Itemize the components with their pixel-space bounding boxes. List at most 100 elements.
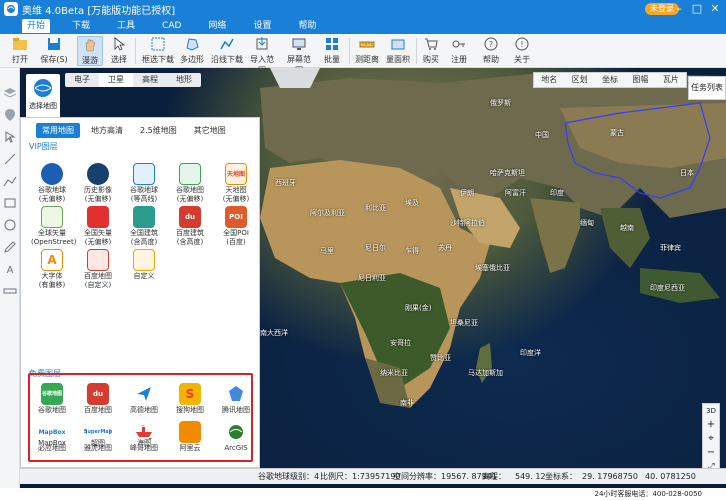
text-tool-icon[interactable]: A — [3, 262, 17, 276]
polygon-button[interactable]: 多边形 — [178, 36, 206, 66]
map-label: 安哥拉 — [390, 339, 411, 347]
menu-help[interactable]: 帮助 — [293, 19, 321, 33]
menu-settings[interactable]: 设置 — [248, 19, 276, 33]
map-label: 日本 — [680, 169, 694, 177]
help-button[interactable]: ? 帮助 — [480, 36, 502, 66]
status-scale: 比例尺：1:73957190 — [320, 472, 401, 481]
free-layer-mapbox[interactable]: MapBox MapBox — [31, 426, 73, 448]
view-3d-button[interactable]: 3D — [703, 404, 719, 418]
google-earth-icon — [41, 163, 63, 185]
tab-local-hd[interactable]: 地方高清 — [85, 123, 129, 138]
tab-other-maps[interactable]: 其它地图 — [188, 123, 232, 138]
toggle-coordinates[interactable]: 坐标 — [595, 73, 625, 87]
roam-button[interactable]: 漫游 — [77, 36, 103, 66]
map-label: 尼日利亚 — [358, 274, 386, 282]
vip-layer-national-buildings[interactable]: 全国建筑 (含高度) — [123, 206, 165, 247]
task-list-button[interactable]: 任务列表 — [688, 76, 726, 100]
free-layer-sogou[interactable]: S 搜狗地图 — [169, 383, 211, 415]
toggle-sheets[interactable]: 图幅 — [625, 73, 655, 87]
vip-layer-baidu-buildings[interactable]: du 百度建筑 (含高度) — [169, 206, 211, 247]
help-label: 帮助 — [483, 55, 499, 64]
measure-tool-icon[interactable] — [3, 284, 17, 298]
edit-tool-icon[interactable] — [3, 240, 17, 254]
screen-range-button[interactable]: 屏幕范围 — [284, 36, 314, 75]
vip-layer-google-earth[interactable]: 谷歌地球 (无偏移) — [31, 163, 73, 204]
pin-icon[interactable] — [3, 108, 17, 122]
import-range-button[interactable]: 导入范围 — [247, 36, 277, 75]
batch-button[interactable]: 批量 — [320, 36, 344, 66]
free-layer-aliyun[interactable]: 阿里云 — [169, 421, 211, 453]
map-type-elevation[interactable]: 高程 — [133, 73, 167, 87]
buildings-icon — [133, 206, 155, 228]
map-view[interactable]: 中国 俄罗斯 印度 沙特阿拉伯 埃及 利比亚 阿尔及利亚 马里 尼日尔 乍得 苏… — [20, 68, 726, 488]
vip-layer-baidu-custom[interactable]: 百度地图 (自定义) — [77, 249, 119, 290]
buy-button[interactable]: 购买 — [420, 36, 442, 66]
vip-layer-osm[interactable]: 全球矢量 (OpenStreet) — [31, 206, 77, 247]
tab-common-maps[interactable]: 常用地图 — [36, 123, 80, 138]
open-button[interactable]: 打开 — [6, 36, 34, 66]
map-type-electronic[interactable]: 电子 — [65, 73, 99, 87]
free-layer-arcgis[interactable]: ArcGIS — [215, 421, 257, 453]
about-button[interactable]: ! 关于 — [511, 36, 533, 66]
mapbox-icon: MapBox — [39, 426, 65, 438]
menu-cad[interactable]: CAD — [157, 19, 186, 33]
vip-layer-large-font[interactable]: A 大字体 (有偏移) — [31, 249, 73, 290]
vip-layer-google-maps[interactable]: 谷歌地图 (无偏移) — [169, 163, 211, 204]
box-download-button[interactable]: 框选下载 — [140, 36, 176, 66]
layer-sub: (自定义) — [84, 281, 112, 289]
free-layer-tencent[interactable]: 腾讯地图 — [215, 383, 257, 415]
select-label: 选择 — [111, 55, 127, 64]
map-type-terrain[interactable]: 地形 — [167, 73, 201, 87]
close-icon[interactable]: ✕ — [706, 0, 724, 18]
polyline-tool-icon[interactable] — [3, 174, 17, 188]
menu-download[interactable]: 下载 — [67, 19, 95, 33]
maximize-icon[interactable]: □ — [688, 0, 706, 18]
vip-layer-poi[interactable]: POI 全国POI (百度) — [215, 206, 257, 247]
select-map-button[interactable]: 选择地图 — [26, 74, 60, 118]
line-tool-icon[interactable] — [3, 152, 17, 166]
folder-icon — [13, 38, 27, 50]
free-layer-supermap[interactable]: SuperMap 超图 — [77, 426, 119, 448]
save-button[interactable]: 保存(S) — [40, 36, 68, 66]
baidu-custom-icon — [87, 249, 109, 271]
vip-layer-contour[interactable]: 谷歌地球 (等高线) — [123, 163, 165, 204]
toggle-tiles[interactable]: 瓦片 — [656, 73, 686, 87]
toggle-regions[interactable]: 区划 — [564, 73, 594, 87]
free-layer-baidu[interactable]: du 百度地图 — [77, 383, 119, 415]
minimize-icon[interactable]: – — [670, 0, 688, 18]
free-layer-amap[interactable]: 高德地图 — [123, 383, 165, 415]
measure-area-button[interactable]: 量面积 — [384, 36, 412, 66]
map-category-tabs: 常用地图 地方高清 2.5维地图 其它地图 — [36, 123, 237, 138]
free-layer-chart[interactable]: 海图 — [123, 426, 165, 448]
menu-network[interactable]: 网络 — [203, 19, 231, 33]
layer-sub: (OpenStreet) — [31, 238, 77, 246]
large-font-icon: A — [41, 249, 63, 271]
locate-icon[interactable]: ⌖ — [703, 432, 719, 446]
vip-layer-custom[interactable]: 自定义 — [123, 249, 165, 281]
vip-layer-tianditu[interactable]: 天地图 天地图 (无偏移) — [215, 163, 257, 204]
zoom-in-icon[interactable]: + — [703, 418, 719, 432]
map-label: 印度洋 — [520, 349, 541, 357]
map-type-satellite[interactable]: 卫星 — [99, 73, 133, 87]
register-button[interactable]: 注册 — [448, 36, 470, 66]
line-download-button[interactable]: 沿线下载 — [209, 36, 245, 66]
vip-layer-history[interactable]: 历史影像 (无偏移) — [77, 163, 119, 204]
map-label: 西班牙 — [275, 179, 296, 187]
measure-area-label: 量面积 — [386, 55, 410, 64]
layers-icon[interactable] — [3, 86, 17, 100]
circle-tool-icon[interactable] — [3, 218, 17, 232]
shape-tool-icon[interactable] — [3, 196, 17, 210]
select-button[interactable]: 选择 — [108, 36, 130, 66]
toggle-placenames[interactable]: 地名 — [534, 73, 564, 87]
measure-distance-button[interactable]: 测距离 — [353, 36, 381, 66]
free-layer-google[interactable]: 谷歌地图 谷歌地图 — [31, 383, 73, 415]
menu-start[interactable]: 开始 — [22, 19, 51, 33]
menu-tools[interactable]: 工具 — [112, 19, 140, 33]
layer-name: 天地图 — [225, 186, 247, 194]
status-level: 级别：4 — [290, 472, 320, 481]
zoom-out-icon[interactable]: − — [703, 446, 719, 460]
pointer-icon[interactable] — [3, 130, 17, 144]
tab-2-5d[interactable]: 2.5维地图 — [134, 123, 183, 138]
vip-layer-national-vector[interactable]: 全国矢量 (无偏移) — [77, 206, 119, 247]
map-label: 印度尼西亚 — [650, 284, 685, 292]
